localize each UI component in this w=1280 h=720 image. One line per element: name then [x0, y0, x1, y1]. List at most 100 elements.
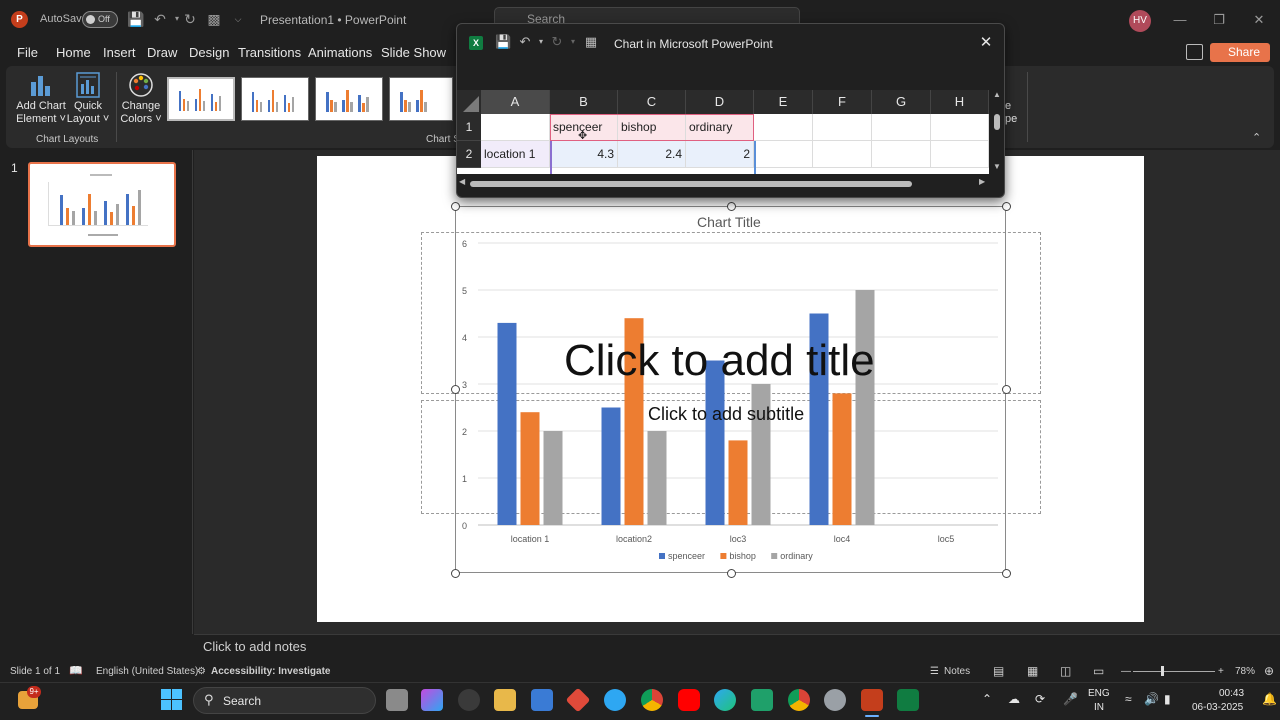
app-icon[interactable]: [458, 689, 480, 711]
microphone-icon[interactable]: 🎤: [1063, 692, 1078, 706]
powerpoint-taskbar-icon[interactable]: [861, 689, 883, 711]
edit-data-in-excel-icon[interactable]: ▦: [583, 34, 599, 50]
scroll-left-icon[interactable]: ◀: [459, 177, 465, 186]
chrome-profile-icon[interactable]: [788, 689, 810, 711]
spreadsheet-grid[interactable]: A B C D E F G H 1 2 spenceer bishop ordi…: [457, 90, 989, 174]
minimize-icon[interactable]: —: [1171, 11, 1189, 29]
quick-layout-button[interactable]: Quick Layout ˅: [66, 100, 110, 126]
store-icon[interactable]: [531, 689, 553, 711]
autosave-toggle[interactable]: Off: [82, 11, 118, 28]
clock-time[interactable]: 00:43: [1219, 688, 1244, 699]
battery-icon[interactable]: ▮: [1164, 692, 1171, 706]
windows-start-icon[interactable]: [161, 689, 182, 710]
slide-count[interactable]: Slide 1 of 1: [10, 666, 60, 677]
notifications-icon[interactable]: 🔔: [1262, 692, 1277, 706]
resize-handle[interactable]: [451, 202, 460, 211]
column-header-b[interactable]: B: [550, 90, 618, 114]
change-colors-button[interactable]: Change Colors ˅: [118, 100, 164, 126]
select-all-corner[interactable]: [457, 90, 481, 114]
scroll-down-icon[interactable]: ▼: [993, 162, 1001, 171]
vertical-scroll-thumb[interactable]: [994, 114, 1000, 130]
chart-title[interactable]: Chart Title: [697, 214, 761, 230]
task-view-icon[interactable]: [386, 689, 408, 711]
share-button[interactable]: Share: [1210, 43, 1270, 62]
language-status[interactable]: English (United States): [96, 666, 198, 677]
maximize-icon[interactable]: ❐: [1210, 11, 1228, 29]
column-header-h[interactable]: H: [931, 90, 989, 114]
column-header-a[interactable]: A: [481, 90, 550, 114]
present-icon[interactable]: ▩: [206, 11, 222, 27]
save-icon[interactable]: 💾: [495, 34, 511, 50]
horizontal-scrollbar[interactable]: ◀ ▶: [457, 177, 989, 190]
cell-e2[interactable]: [754, 141, 813, 168]
excel-taskbar-icon[interactable]: [897, 689, 919, 711]
resize-handle[interactable]: [1002, 202, 1011, 211]
tab-animations[interactable]: Animations: [308, 45, 372, 60]
tray-overflow-icon[interactable]: ⌃: [982, 692, 992, 706]
collapse-ribbon-icon[interactable]: ⌃: [1252, 131, 1261, 144]
resize-handle[interactable]: [727, 202, 736, 211]
chart-style-4[interactable]: [389, 77, 453, 121]
chart-data-window[interactable]: X 💾 ↶ ▾ ↻ ▾ ▦ Chart in Microsoft PowerPo…: [456, 23, 1005, 198]
row-header-1[interactable]: 1: [457, 114, 481, 141]
cell-h2[interactable]: [931, 141, 989, 168]
close-window-icon[interactable]: ✕: [1250, 11, 1268, 29]
resize-handle[interactable]: [1002, 569, 1011, 578]
cell-b2[interactable]: 4.3: [550, 141, 618, 168]
resize-handle[interactable]: [727, 569, 736, 578]
app-icon[interactable]: [824, 689, 846, 711]
volume-icon[interactable]: 🔊: [1144, 692, 1159, 706]
cell-e1[interactable]: [754, 114, 813, 141]
user-avatar[interactable]: HV: [1129, 10, 1151, 32]
spelling-icon[interactable]: 📖: [69, 664, 83, 677]
redo-icon[interactable]: ↻: [182, 11, 198, 27]
normal-view-icon[interactable]: ▤: [993, 664, 1004, 678]
chart-style-3[interactable]: [315, 77, 383, 121]
chrome-icon[interactable]: [641, 689, 663, 711]
chart-style-1[interactable]: [167, 77, 235, 121]
resize-handle[interactable]: [451, 385, 460, 394]
slideshow-view-icon[interactable]: ▭: [1093, 664, 1104, 678]
scroll-right-icon[interactable]: ▶: [979, 177, 985, 186]
zoom-in-icon[interactable]: +: [1218, 666, 1224, 677]
close-icon[interactable]: ✕: [977, 34, 995, 52]
youtube-icon[interactable]: [678, 689, 700, 711]
cell-c2[interactable]: 2.4: [618, 141, 686, 168]
customize-qat-icon[interactable]: ⌵: [230, 11, 246, 27]
scroll-up-icon[interactable]: ▲: [993, 90, 1001, 99]
resize-handle[interactable]: [451, 569, 460, 578]
clock-date[interactable]: 06-03-2025: [1192, 702, 1243, 713]
column-header-f[interactable]: F: [813, 90, 872, 114]
input-language-2[interactable]: IN: [1094, 702, 1104, 713]
app-icon[interactable]: [604, 689, 626, 711]
file-explorer-icon[interactable]: [494, 689, 516, 711]
resize-handle[interactable]: [1002, 385, 1011, 394]
tab-draw[interactable]: Draw: [147, 45, 177, 60]
notes-button[interactable]: Notes: [944, 666, 970, 677]
app-icon[interactable]: [751, 689, 773, 711]
comment-icon[interactable]: [1186, 44, 1203, 60]
column-header-g[interactable]: G: [872, 90, 931, 114]
cell-g2[interactable]: [872, 141, 931, 168]
cell-f2[interactable]: [813, 141, 872, 168]
zoom-level[interactable]: 78%: [1235, 666, 1255, 677]
undo-icon[interactable]: ↶: [517, 34, 533, 50]
column-header-c[interactable]: C: [618, 90, 686, 114]
taskbar-search[interactable]: ⚲ Search: [193, 687, 376, 714]
tab-insert[interactable]: Insert: [103, 45, 136, 60]
fit-slide-icon[interactable]: ⊕: [1264, 664, 1274, 678]
slide-sorter-icon[interactable]: ▦: [1027, 664, 1038, 678]
edge-icon[interactable]: [714, 689, 736, 711]
cell-h1[interactable]: [931, 114, 989, 141]
chart-style-2[interactable]: [241, 77, 309, 121]
input-language-1[interactable]: ENG: [1088, 688, 1110, 699]
copilot-icon[interactable]: [421, 689, 443, 711]
accessibility-status[interactable]: Accessibility: Investigate: [211, 666, 331, 677]
zoom-slider-thumb[interactable]: [1161, 666, 1164, 676]
undo-icon[interactable]: ↶: [152, 11, 168, 27]
sync-icon[interactable]: ⟳: [1035, 692, 1045, 706]
add-chart-element-button[interactable]: Add Chart Element ˅: [14, 100, 68, 126]
column-header-d[interactable]: D: [686, 90, 754, 114]
slide-thumbnail[interactable]: [28, 162, 176, 247]
vertical-scrollbar[interactable]: ▲ ▼: [991, 90, 1003, 174]
